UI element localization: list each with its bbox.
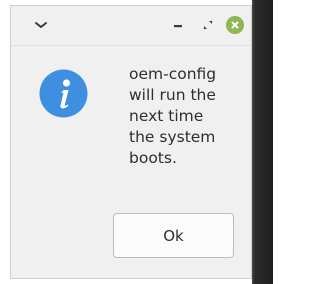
chevron-down-icon bbox=[35, 22, 47, 28]
minimize-icon bbox=[174, 25, 182, 28]
minimize-button[interactable] bbox=[166, 13, 190, 37]
maximize-button[interactable] bbox=[196, 13, 220, 37]
background-shadow bbox=[252, 0, 273, 284]
dialog-content: oem-config will run the next time the sy… bbox=[11, 46, 251, 278]
window-menu-button[interactable] bbox=[29, 13, 53, 37]
close-circle bbox=[226, 16, 244, 34]
close-button[interactable] bbox=[223, 13, 247, 37]
info-dialog-window: oem-config will run the next time the sy… bbox=[10, 5, 252, 279]
close-icon bbox=[231, 21, 239, 29]
dialog-message: oem-config will run the next time the sy… bbox=[129, 65, 217, 167]
maximize-icon bbox=[204, 21, 212, 29]
screen: oem-config will run the next time the sy… bbox=[0, 0, 273, 284]
titlebar bbox=[11, 6, 251, 46]
info-icon bbox=[39, 69, 88, 118]
ok-button[interactable]: Ok bbox=[113, 213, 234, 258]
